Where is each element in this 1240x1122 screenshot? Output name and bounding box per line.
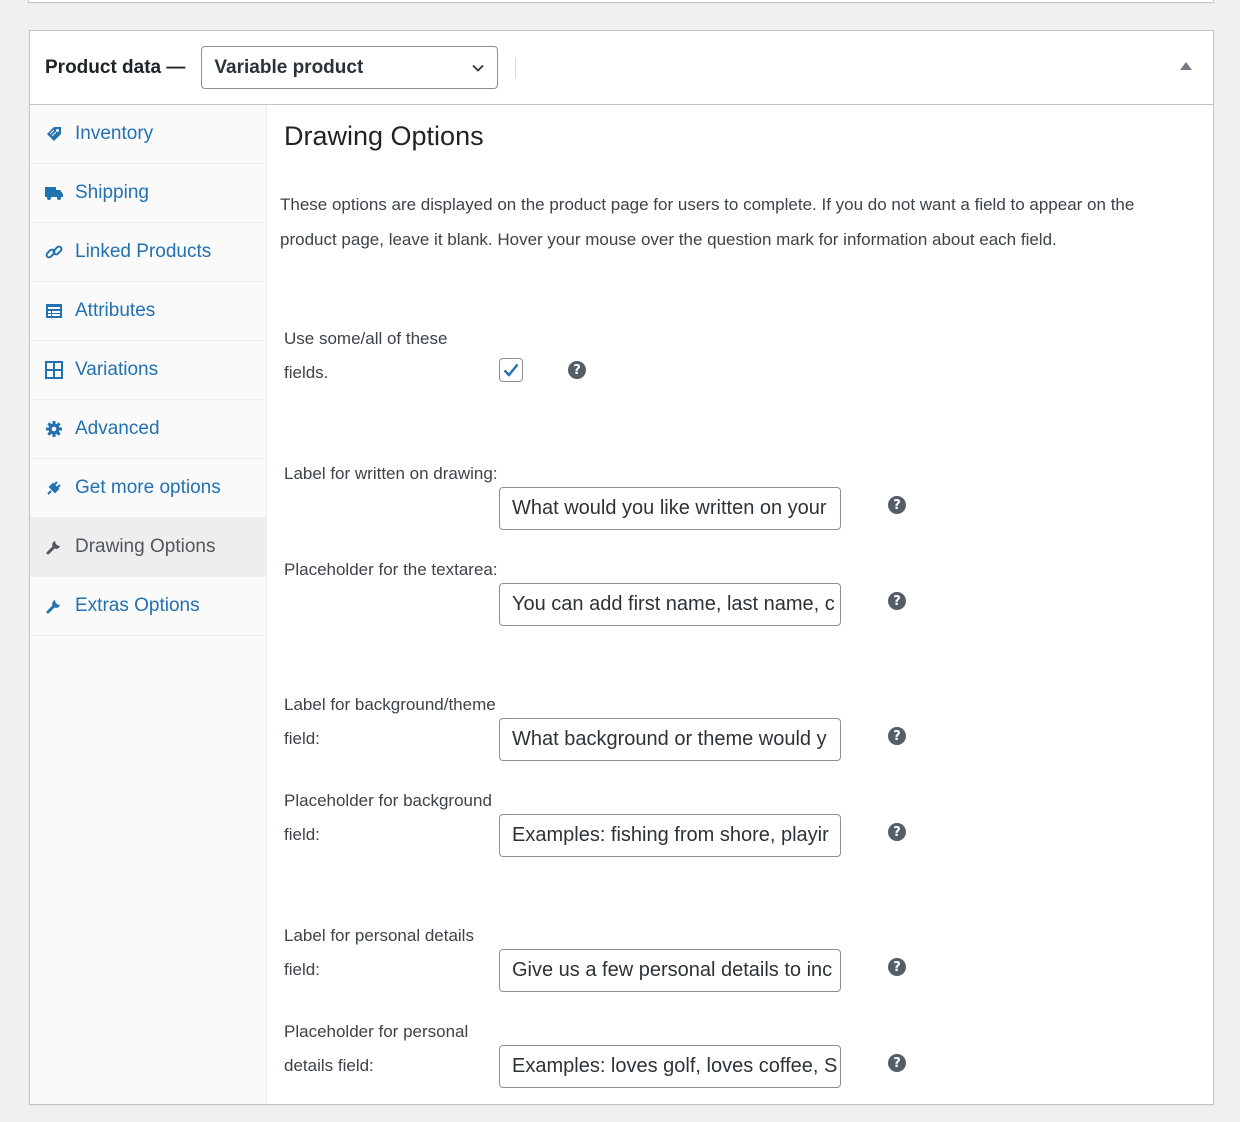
tab-label: Variations <box>75 359 159 380</box>
tab-label: Shipping <box>75 182 149 203</box>
personal-placeholder-input[interactable]: Examples: loves golf, loves coffee, S <box>499 1045 841 1088</box>
tab-get-more-options[interactable]: Get more options <box>30 459 266 518</box>
plugin-icon <box>45 479 63 497</box>
collapse-toggle-icon[interactable] <box>1179 60 1193 72</box>
textarea-placeholder-label: Placeholder for the textarea: <box>284 560 498 579</box>
tab-label: Inventory <box>75 123 154 144</box>
wrench-icon <box>45 538 63 556</box>
tab-extras-options[interactable]: Extras Options <box>30 577 266 636</box>
product-type-value: Variable product <box>214 56 364 78</box>
tab-shipping[interactable]: Shipping <box>30 164 266 223</box>
help-icon[interactable]: ? <box>888 727 906 745</box>
product-data-metabox: Product data — Variable product Inventor… <box>29 30 1214 1105</box>
link-icon <box>45 243 63 261</box>
gear-icon <box>45 420 63 438</box>
tab-label: Attributes <box>75 300 156 321</box>
background-label-label: Label for background/theme field: <box>284 695 496 748</box>
tab-variations[interactable]: Variations <box>30 341 266 400</box>
background-placeholder-label: Placeholder for background field: <box>284 791 492 844</box>
textarea-placeholder-input[interactable]: You can add first name, last name, c <box>499 583 841 626</box>
wrench-icon <box>45 597 63 615</box>
tab-label: Drawing Options <box>75 536 216 557</box>
help-icon[interactable]: ? <box>568 361 586 379</box>
tab-label: Advanced <box>75 418 160 439</box>
tab-inventory[interactable]: Inventory <box>30 105 266 164</box>
metabox-title: Product data — <box>45 56 186 78</box>
written-label-label: Label for written on drawing: <box>284 464 498 483</box>
help-icon[interactable]: ? <box>888 823 906 841</box>
use-fields-checkbox[interactable] <box>499 358 523 382</box>
product-data-tabs: Inventory Shipping Linked Products Attri… <box>30 105 267 1104</box>
product-type-select[interactable]: Variable product <box>201 46 499 89</box>
background-label-input[interactable]: What background or theme would y <box>499 718 841 761</box>
personal-placeholder-label: Placeholder for personal details field: <box>284 1022 469 1075</box>
personal-label-label: Label for personal details field: <box>284 926 474 979</box>
tag-icon <box>45 125 63 143</box>
tab-label: Linked Products <box>75 241 212 262</box>
help-icon[interactable]: ? <box>888 958 906 976</box>
tab-advanced[interactable]: Advanced <box>30 400 266 459</box>
help-icon[interactable]: ? <box>888 496 906 514</box>
header-divider <box>515 57 517 78</box>
tab-attributes[interactable]: Attributes <box>30 282 266 341</box>
tab-label: Extras Options <box>75 595 200 616</box>
grid-icon <box>45 361 63 379</box>
tab-drawing-options[interactable]: Drawing Options <box>30 518 266 577</box>
written-label-input[interactable]: What would you like written on your <box>499 487 841 530</box>
metabox-header: Product data — Variable product <box>30 31 1213 105</box>
previous-metabox <box>28 0 1214 3</box>
list-icon <box>45 302 63 320</box>
truck-icon <box>45 184 63 202</box>
panel-description: These options are displayed on the produ… <box>280 195 1135 249</box>
personal-label-input[interactable]: Give us a few personal details to inc <box>499 949 841 992</box>
tab-label: Get more options <box>75 477 221 498</box>
help-icon[interactable]: ? <box>888 592 906 610</box>
tab-linked-products[interactable]: Linked Products <box>30 223 266 282</box>
drawing-options-panel: Drawing Options These options are displa… <box>267 105 1213 1104</box>
panel-title: Drawing Options <box>284 121 484 151</box>
background-placeholder-input[interactable]: Examples: fishing from shore, playir <box>499 814 841 857</box>
checkmark-icon <box>503 363 519 377</box>
use-fields-label: Use some/all of these fields. <box>284 329 448 382</box>
help-icon[interactable]: ? <box>888 1054 906 1072</box>
chevron-down-icon <box>472 64 485 72</box>
